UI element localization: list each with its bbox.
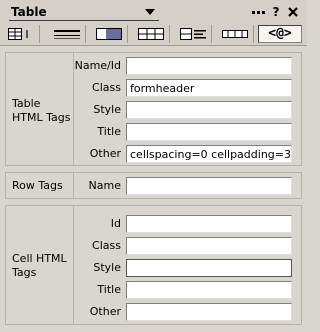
tab-table-properties[interactable] [2, 25, 40, 43]
tab-html-tags[interactable]: <@> [258, 25, 302, 43]
panel-title: Table [11, 5, 47, 19]
row-tags-section: Row Tags Name [5, 172, 302, 199]
tab-table-row[interactable] [132, 25, 170, 43]
table-html-tags-section: Table HTML Tags Name/Id Class formheader… [5, 52, 302, 166]
table-border-icon [54, 30, 80, 39]
table-toolbar: <@> [0, 23, 307, 46]
id-label: Id [110, 217, 121, 230]
panel-titlebar: Table ? [0, 0, 307, 23]
table-other-field[interactable]: cellspacing=0 cellpadding=34 [126, 145, 292, 163]
table-class-field[interactable]: formheader [126, 79, 292, 97]
class-label: Class [92, 81, 121, 94]
other-label: Other [89, 305, 121, 318]
title-label: Title [97, 125, 121, 138]
table-row-icon [138, 28, 164, 40]
style-label: Style [93, 103, 121, 116]
close-icon[interactable] [286, 5, 300, 19]
chevron-down-icon[interactable] [144, 7, 156, 17]
help-button[interactable]: ? [269, 5, 283, 19]
tab-table-layout[interactable] [216, 25, 254, 43]
table-color-icon [96, 28, 122, 40]
title-label: Title [97, 283, 121, 296]
table-cell-icon [180, 28, 206, 40]
cell-class-field[interactable] [126, 237, 292, 255]
cell-html-tags-section: Cell HTML Tags Id Class Style Title Othe… [5, 205, 302, 325]
table-title-field[interactable] [126, 123, 292, 141]
name-label: Name [88, 179, 121, 192]
html-tags-icon: <@> [268, 26, 292, 41]
table-layout-icon [222, 30, 248, 38]
tab-table-color[interactable] [90, 25, 128, 43]
cell-id-field[interactable] [126, 215, 292, 233]
tab-table-border[interactable] [48, 25, 86, 43]
name-id-label: Name/Id [74, 59, 121, 72]
tab-table-cell[interactable] [174, 25, 212, 43]
title-underline [9, 20, 159, 21]
cell-title-field[interactable] [126, 281, 292, 299]
table-style-field[interactable] [126, 101, 292, 119]
table-name-id-field[interactable] [126, 57, 292, 75]
style-label: Style [93, 261, 121, 274]
cell-style-field[interactable] [126, 259, 292, 277]
other-label: Other [89, 147, 121, 160]
class-label: Class [92, 239, 121, 252]
grip-icon[interactable] [251, 5, 267, 19]
table-properties-icon [8, 28, 28, 40]
row-name-field[interactable] [126, 177, 292, 195]
cell-other-field[interactable] [126, 303, 292, 321]
